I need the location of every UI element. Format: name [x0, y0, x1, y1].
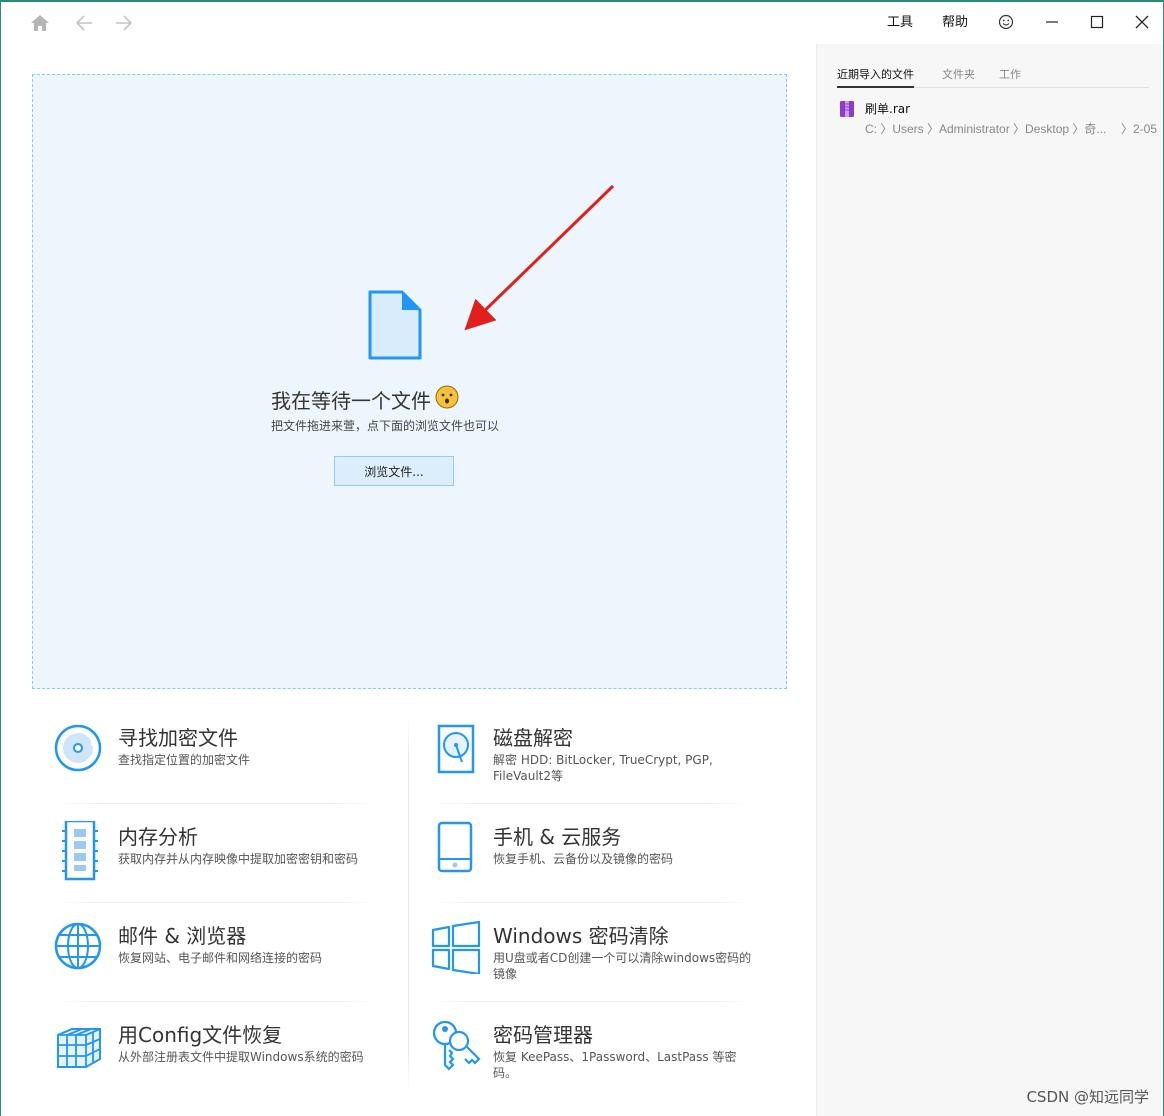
- feature-desc: 解密 HDD: BitLocker, TrueCrypt, PGP, FileV…: [493, 753, 713, 783]
- tools-menu[interactable]: 工具: [887, 12, 913, 34]
- feature-desc: 查找指定位置的加密文件: [118, 753, 251, 767]
- file-drop-zone[interactable]: 我在等待一个文件 把文件拖进来萱，点下面的浏览文件也可以 浏览文件...: [32, 74, 787, 689]
- hard-disk-icon: [429, 722, 483, 776]
- rar-archive-icon: [839, 100, 855, 123]
- drop-title: 我在等待一个文件: [271, 385, 459, 414]
- feature-windows-password[interactable]: Windows 密码清除 用U盘或者CD创建一个可以清除windows密码的镜像: [421, 902, 761, 1001]
- feature-title: 邮件 & 浏览器: [118, 924, 247, 948]
- close-icon[interactable]: [1122, 8, 1162, 36]
- feature-title: 寻找加密文件: [118, 726, 238, 750]
- feature-title: 手机 & 云服务: [493, 825, 622, 849]
- disc-search-icon: [54, 722, 108, 776]
- feature-desc: 从外部注册表文件中提取Windows系统的密码: [118, 1050, 364, 1064]
- phone-icon: [429, 821, 483, 875]
- app-window: 工具 帮助 我在等待一个文件 把文件拖进来萱，点下面的浏览文件也可以 浏览文件.…: [0, 0, 1164, 1116]
- feature-desc: 恢复手机、云备份以及镜像的密码: [493, 852, 674, 866]
- feature-find-encrypted[interactable]: 寻找加密文件 查找指定位置的加密文件: [46, 704, 386, 803]
- arrow-right-icon[interactable]: [109, 10, 139, 36]
- feature-memory-analysis[interactable]: 内存分析 获取内存并从内存映像中提取加密密钥和密码: [46, 803, 386, 902]
- feature-phone-cloud[interactable]: 手机 & 云服务 恢复手机、云备份以及镜像的密码: [421, 803, 761, 902]
- main-area: 我在等待一个文件 把文件拖进来萱，点下面的浏览文件也可以 浏览文件... 寻找加…: [1, 44, 816, 1116]
- title-bar: 工具 帮助: [1, 2, 1163, 44]
- side-tabs: 近期导入的文件 文件夹 工作: [837, 64, 1149, 88]
- browse-files-button[interactable]: 浏览文件...: [334, 456, 454, 486]
- feature-config-recovery[interactable]: 用Config文件恢复 从外部注册表文件中提取Windows系统的密码: [46, 1001, 386, 1100]
- drop-subtitle: 把文件拖进来萱，点下面的浏览文件也可以: [271, 419, 500, 433]
- smiley-icon[interactable]: [986, 8, 1026, 36]
- feature-title: 用Config文件恢复: [118, 1023, 283, 1047]
- tab-jobs[interactable]: 工作: [999, 66, 1021, 82]
- feature-title: 内存分析: [118, 825, 198, 849]
- windows-icon: [429, 920, 483, 976]
- arrow-left-icon[interactable]: [69, 10, 99, 36]
- memory-icon: [54, 819, 108, 881]
- divider: [408, 716, 409, 1090]
- maximize-icon[interactable]: [1077, 8, 1117, 36]
- keys-icon: [429, 1019, 483, 1073]
- feature-desc: 用U盘或者CD创建一个可以清除windows密码的镜像: [493, 951, 752, 981]
- help-menu[interactable]: 帮助: [942, 12, 968, 34]
- drop-title-text: 我在等待一个文件: [271, 389, 431, 413]
- globe-icon: [54, 920, 108, 974]
- tab-recent-files[interactable]: 近期导入的文件: [837, 66, 914, 88]
- feature-desc: 获取内存并从内存映像中提取加密密钥和密码: [118, 852, 359, 866]
- minimize-icon[interactable]: [1032, 8, 1072, 36]
- feature-title: Windows 密码清除: [493, 924, 669, 948]
- recent-file-date: 〉2-05: [1121, 122, 1158, 136]
- recent-file-path: C: 〉Users 〉Administrator 〉Desktop 〉奇...: [865, 122, 1107, 136]
- feature-desc: 恢复 KeePass、1Password、LastPass 等密码。: [493, 1050, 737, 1080]
- file-icon: [368, 290, 422, 365]
- feature-desc: 恢复网站、电子邮件和网络连接的密码: [118, 951, 323, 965]
- feature-mail-browser[interactable]: 邮件 & 浏览器 恢复网站、电子邮件和网络连接的密码: [46, 902, 386, 1001]
- watermark: CSDN @知远同学: [1026, 1088, 1149, 1106]
- tab-folders[interactable]: 文件夹: [942, 66, 975, 82]
- recent-files-panel: 近期导入的文件 文件夹 工作 刷单.rar C: 〉Users 〉Adminis…: [816, 44, 1163, 1116]
- hushed-face-icon: [435, 385, 459, 414]
- recent-file-name: 刷单.rar: [865, 102, 911, 116]
- feature-title: 磁盘解密: [493, 726, 573, 750]
- feature-disk-decrypt[interactable]: 磁盘解密 解密 HDD: BitLocker, TrueCrypt, PGP, …: [421, 704, 761, 803]
- cubes-icon: [54, 1019, 108, 1073]
- home-icon[interactable]: [25, 10, 55, 36]
- feature-password-manager[interactable]: 密码管理器 恢复 KeePass、1Password、LastPass 等密码。: [421, 1001, 761, 1100]
- feature-title: 密码管理器: [493, 1023, 593, 1047]
- feature-grid: 寻找加密文件 查找指定位置的加密文件 磁盘解密 解密 HDD: BitLocke…: [41, 704, 761, 1104]
